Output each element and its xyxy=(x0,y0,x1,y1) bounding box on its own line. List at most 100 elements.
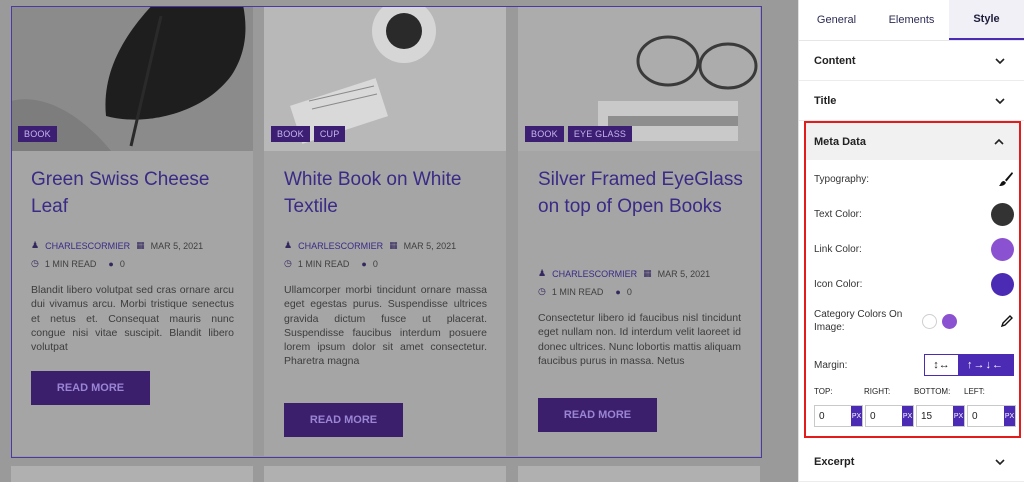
category-tags: BOOK EYE GLASS xyxy=(525,126,633,142)
category-colors-row: Category Colors On Image: xyxy=(814,306,1014,336)
post-grid-preview: BOOK Green Swiss Cheese Leaf ♟ CHARLESCO… xyxy=(0,0,798,482)
chevron-up-icon xyxy=(994,138,1004,145)
post-card[interactable]: BOOK CUP White Book on White Textile ♟ C… xyxy=(264,6,506,456)
post-title[interactable]: Silver Framed EyeGlass on top of Open Bo… xyxy=(538,166,748,220)
read-time: 1 MIN READ xyxy=(551,286,604,297)
post-title[interactable]: White Book on White Textile xyxy=(284,166,494,220)
post-excerpt: Consectetur libero id faucibus nisl tinc… xyxy=(538,312,741,367)
next-row-card xyxy=(518,466,760,482)
read-more-button[interactable]: READ MORE xyxy=(538,398,657,432)
right-label: RIGHT: xyxy=(864,387,891,396)
pencil-icon[interactable] xyxy=(1000,314,1014,328)
read-more-button[interactable]: READ MORE xyxy=(284,403,403,437)
post-date: MAR 5, 2021 xyxy=(657,268,711,279)
post-date: MAR 5, 2021 xyxy=(403,240,457,251)
margin-inputs: PX PX PX PX xyxy=(814,405,1016,427)
comment-count[interactable]: 0 xyxy=(120,259,125,269)
author-link[interactable]: CHARLESCORMIER xyxy=(45,241,130,251)
tab-style[interactable]: Style xyxy=(949,0,1024,40)
category-tags: BOOK xyxy=(18,126,57,142)
tab-elements[interactable]: Elements xyxy=(874,0,949,40)
margin-top-input[interactable] xyxy=(815,406,851,426)
category-tag[interactable]: BOOK xyxy=(525,126,564,142)
text-color-row: Text Color: xyxy=(814,201,1014,227)
category-tags: BOOK CUP xyxy=(271,126,346,142)
section-content[interactable]: Content xyxy=(799,41,1024,81)
post-meta-row-2: ◷ 1 MIN READ ● 0 xyxy=(31,258,125,269)
margin-right-input[interactable] xyxy=(866,406,902,426)
unit-label[interactable]: PX xyxy=(1004,406,1015,426)
category-tag[interactable]: EYE GLASS xyxy=(567,126,633,142)
margin-right-field: PX xyxy=(865,405,914,427)
tab-general[interactable]: General xyxy=(799,0,874,40)
text-color-label: Text Color: xyxy=(814,208,862,220)
category-colors-label: Category Colors On Image: xyxy=(814,309,903,333)
category-color-swatches xyxy=(922,313,957,329)
icon-color-swatch[interactable] xyxy=(991,272,1014,296)
author-link[interactable]: CHARLESCORMIER xyxy=(552,269,637,279)
section-meta-data-header[interactable]: Meta Data xyxy=(806,123,1019,160)
post-title[interactable]: Green Swiss Cheese Leaf xyxy=(31,166,241,220)
margin-top-field: PX xyxy=(814,405,863,427)
calendar-icon: ▦ xyxy=(643,268,652,278)
link-color-swatch[interactable] xyxy=(991,237,1014,261)
unit-label[interactable]: PX xyxy=(851,406,862,426)
section-label: Meta Data xyxy=(814,135,866,148)
left-label: LEFT: xyxy=(964,387,985,396)
comment-icon: ● xyxy=(361,258,367,269)
author-link[interactable]: CHARLESCORMIER xyxy=(298,241,383,251)
comment-icon: ● xyxy=(615,286,621,297)
next-row-card xyxy=(11,466,253,482)
comment-icon: ● xyxy=(108,258,114,269)
post-card[interactable]: BOOK Green Swiss Cheese Leaf ♟ CHARLESCO… xyxy=(11,6,253,456)
post-meta-row: ♟ CHARLESCORMIER ▦ MAR 5, 2021 xyxy=(538,268,710,279)
clock-icon: ◷ xyxy=(284,258,292,268)
chevron-down-icon xyxy=(995,57,1005,64)
post-excerpt: Blandit libero volutpat sed cras ornare … xyxy=(31,284,234,354)
icon-color-label: Icon Color: xyxy=(814,278,863,290)
user-icon: ♟ xyxy=(31,240,40,250)
panel-tabs: General Elements Style xyxy=(799,0,1024,41)
margin-bottom-field: PX xyxy=(916,405,965,427)
category-text-swatch[interactable] xyxy=(942,313,957,329)
typography-row: Typography: xyxy=(814,167,1014,191)
post-meta-row: ♟ CHARLESCORMIER ▦ MAR 5, 2021 xyxy=(31,240,203,251)
post-excerpt: Ullamcorper morbi tincidunt ornare massa… xyxy=(284,284,487,368)
text-color-swatch[interactable] xyxy=(991,202,1014,226)
brush-icon[interactable] xyxy=(998,171,1014,187)
next-row-card xyxy=(264,466,506,482)
post-meta-row-2: ◷ 1 MIN READ ● 0 xyxy=(284,258,378,269)
calendar-icon: ▦ xyxy=(136,240,145,250)
link-color-label: Link Color: xyxy=(814,243,862,255)
section-title[interactable]: Title xyxy=(799,81,1024,121)
unit-label[interactable]: PX xyxy=(953,406,964,426)
meta-data-section: Meta Data Typography: Text Color: Link C… xyxy=(804,121,1021,438)
user-icon: ♟ xyxy=(538,268,547,278)
read-more-button[interactable]: READ MORE xyxy=(31,371,150,405)
comment-count[interactable]: 0 xyxy=(373,259,378,269)
unit-label[interactable]: PX xyxy=(902,406,913,426)
chevron-down-icon xyxy=(995,97,1005,104)
comment-count[interactable]: 0 xyxy=(627,287,632,297)
section-label: Title xyxy=(814,94,837,107)
icon-color-row: Icon Color: xyxy=(814,271,1014,297)
category-bg-swatch[interactable] xyxy=(922,313,937,329)
category-tag[interactable]: BOOK xyxy=(271,126,310,142)
margin-linked-toggle[interactable]: ↕↔ xyxy=(925,355,958,375)
chevron-down-icon xyxy=(995,458,1005,465)
margin-individual-toggle[interactable]: ↑→↓← xyxy=(958,355,1013,375)
post-date: MAR 5, 2021 xyxy=(150,240,204,251)
margin-label: Margin: xyxy=(814,359,848,371)
margin-row: Margin: ↕↔ ↑→↓← xyxy=(814,353,1014,377)
post-meta-row: ♟ CHARLESCORMIER ▦ MAR 5, 2021 xyxy=(284,240,456,251)
category-tag[interactable]: BOOK xyxy=(18,126,57,142)
section-excerpt[interactable]: Excerpt xyxy=(799,442,1024,482)
top-label: TOP: xyxy=(814,387,833,396)
user-icon: ♟ xyxy=(284,240,293,250)
post-card[interactable]: BOOK EYE GLASS Silver Framed EyeGlass on… xyxy=(518,6,760,456)
section-label: Content xyxy=(814,54,856,67)
margin-left-input[interactable] xyxy=(968,406,1004,426)
calendar-icon: ▦ xyxy=(389,240,398,250)
margin-bottom-input[interactable] xyxy=(917,406,953,426)
category-tag[interactable]: CUP xyxy=(313,126,346,142)
